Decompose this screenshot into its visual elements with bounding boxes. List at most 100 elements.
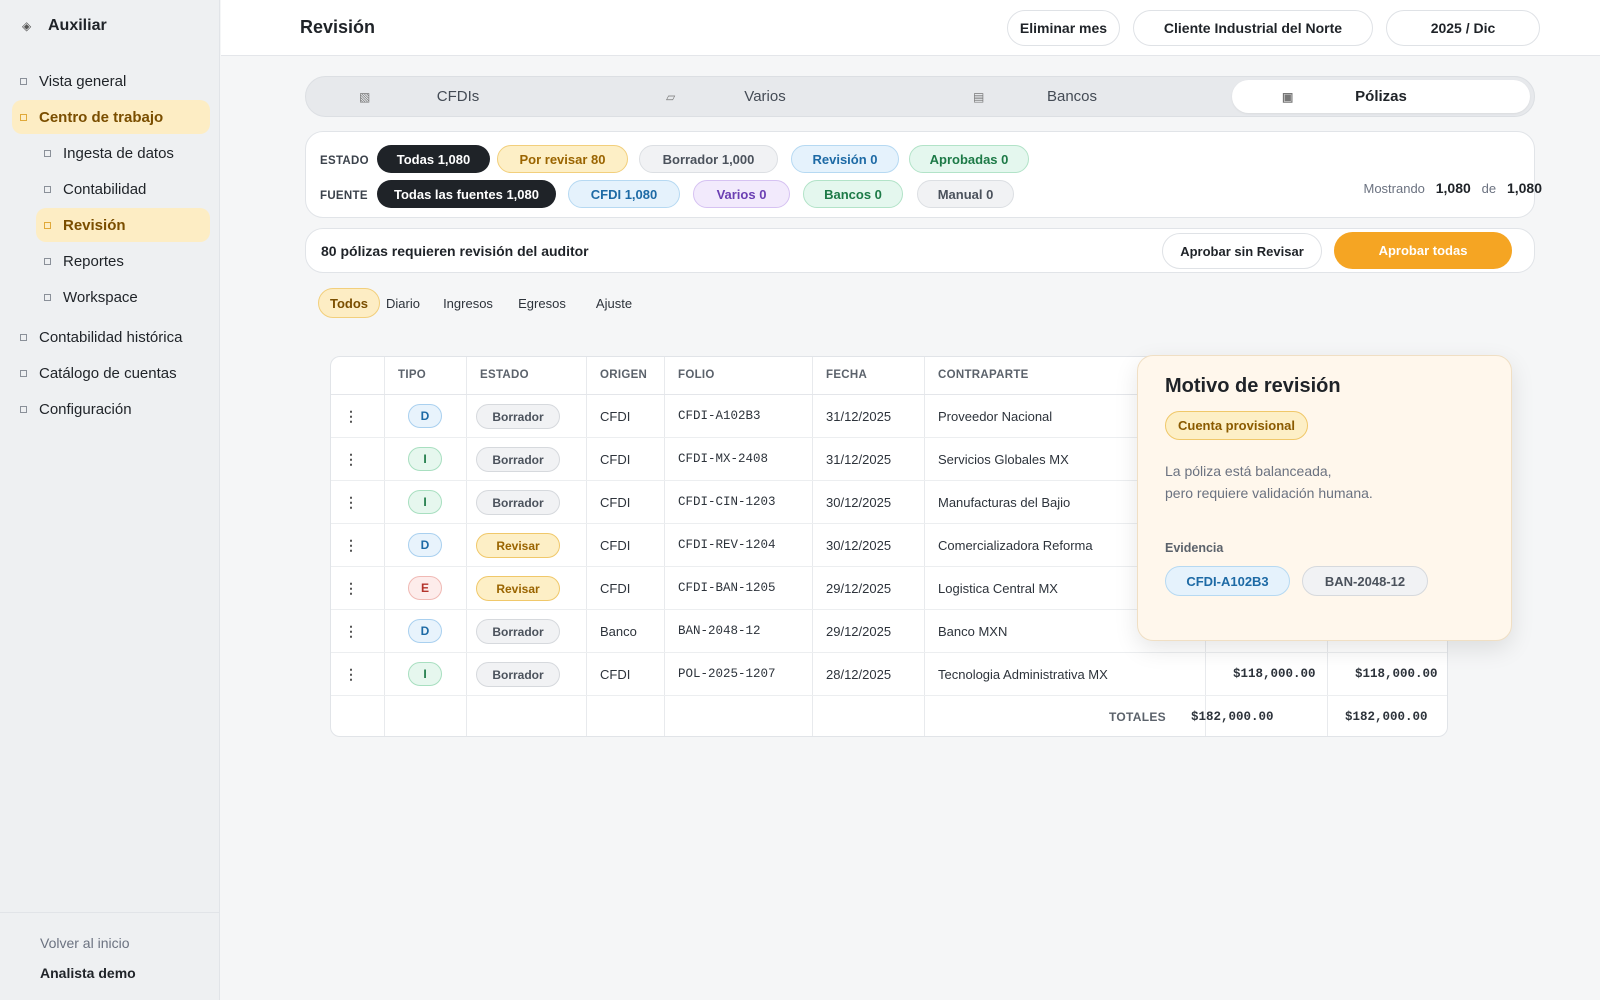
sidebar-item-configuracion[interactable]: Configuración <box>12 392 210 426</box>
topbar: Revisión Eliminar mes Cliente Industrial… <box>221 0 1600 56</box>
sidebar-item-reportes[interactable]: Reportes <box>36 244 210 278</box>
fuente-label: FUENTE <box>320 190 368 202</box>
tipo-badge: D <box>408 619 442 643</box>
sidebar-item-workspace[interactable]: Workspace <box>36 280 210 314</box>
row-menu-icon[interactable]: ⋮ <box>344 623 358 640</box>
showing-of: de <box>1481 181 1497 196</box>
square-icon <box>44 185 51 193</box>
client-selector[interactable]: Cliente Industrial del Norte <box>1133 10 1373 46</box>
row-menu-icon[interactable]: ⋮ <box>344 537 358 554</box>
square-icon <box>44 221 51 229</box>
column-header-tipo[interactable]: TIPO <box>398 369 426 381</box>
filter-fuente-todas[interactable]: Todas las fuentes 1,080 <box>377 180 556 208</box>
filter-fuente-cfdi[interactable]: CFDI 1,080 <box>568 180 680 208</box>
subfilter-egresos[interactable]: Egresos <box>512 288 572 318</box>
tab-label: Varios <box>744 88 786 105</box>
folio-cell[interactable]: CFDI-BAN-1205 <box>678 581 776 595</box>
tipo-badge: D <box>408 533 442 557</box>
filter-estado-por-revisar[interactable]: Por revisar 80 <box>497 145 628 173</box>
tab-varios[interactable]: ▱ Varios <box>616 80 914 113</box>
brand-name: Auxiliar <box>48 17 107 34</box>
tipo-badge: I <box>408 447 442 471</box>
showing-count: Mostrando 1,080 de 1,080 <box>1363 180 1542 196</box>
filter-estado-todas[interactable]: Todas 1,080 <box>377 145 490 173</box>
tab-cfdis[interactable]: ▧ CFDIs <box>309 80 607 113</box>
delete-month-button[interactable]: Eliminar mes <box>1007 10 1120 46</box>
sidebar-item-contabilidad[interactable]: Contabilidad <box>36 172 210 206</box>
filter-fuente-varios[interactable]: Varios 0 <box>693 180 790 208</box>
square-icon <box>44 149 51 157</box>
sidebar-item-revision[interactable]: Revisión <box>36 208 210 242</box>
tab-label: Bancos <box>1046 88 1098 105</box>
row-menu-icon[interactable]: ⋮ <box>344 451 358 468</box>
subfilter-ajuste[interactable]: Ajuste <box>588 288 640 318</box>
square-icon <box>44 293 51 301</box>
sidebar-item-vista-general[interactable]: Vista general <box>12 64 210 98</box>
origen-cell: CFDI <box>600 538 631 553</box>
sidebar-item-centro-de-trabajo[interactable]: Centro de trabajo <box>12 100 210 134</box>
brand[interactable]: ◈ Auxiliar <box>22 17 107 35</box>
status-badge: Revisar <box>476 533 560 558</box>
sidebar-item-label: Ingesta de datos <box>63 144 174 162</box>
fecha-cell: 29/12/2025 <box>826 624 892 639</box>
estado-label: ESTADO <box>320 155 369 167</box>
folio-cell[interactable]: CFDI-A102B3 <box>678 409 761 423</box>
evidence-chip-bank[interactable]: BAN-2048-12 <box>1302 566 1428 596</box>
subfilter-diario[interactable]: Diario <box>380 288 426 318</box>
contraparte-cell: Proveedor Nacional <box>938 409 1053 424</box>
row-menu-icon[interactable]: ⋮ <box>344 494 358 511</box>
sidebar-item-label: Vista general <box>39 72 127 90</box>
tipo-badge: I <box>408 490 442 514</box>
subfilter-todos[interactable]: Todos <box>318 288 380 318</box>
column-header-folio[interactable]: FOLIO <box>678 369 715 381</box>
ledger-icon: ▣ <box>1282 89 1294 104</box>
folio-cell[interactable]: POL-2025-1207 <box>678 667 776 681</box>
showing-total: 1,080 <box>1506 180 1542 196</box>
approve-without-review-button[interactable]: Aprobar sin Revisar <box>1162 233 1322 269</box>
debe-cell: $118,000.00 <box>1233 667 1316 681</box>
column-header-fecha[interactable]: FECHA <box>826 369 867 381</box>
tab-label: CFDIs <box>436 88 480 105</box>
review-banner-text: 80 pólizas requieren revisión del audito… <box>321 243 589 259</box>
folio-cell[interactable]: CFDI-CIN-1203 <box>678 495 776 509</box>
tipo-badge: E <box>408 576 442 600</box>
totals-label: TOTALES <box>1109 710 1166 724</box>
review-banner: 80 pólizas requieren revisión del audito… <box>305 228 1535 273</box>
square-icon <box>20 405 27 413</box>
sidebar-item-ingesta-de-datos[interactable]: Ingesta de datos <box>36 136 210 170</box>
filter-fuente-bancos[interactable]: Bancos 0 <box>803 180 903 208</box>
tab-bancos[interactable]: ▤ Bancos <box>923 80 1221 113</box>
sidebar-item-label: Configuración <box>39 400 132 418</box>
column-header-contraparte[interactable]: CONTRAPARTE <box>938 369 1029 381</box>
square-icon <box>20 113 27 121</box>
tab-polizas[interactable]: ▣ Pólizas <box>1232 80 1530 113</box>
back-home-link[interactable]: Volver al inicio <box>40 935 130 951</box>
filter-fuente-manual[interactable]: Manual 0 <box>917 180 1014 208</box>
tab-label: Pólizas <box>1355 88 1407 105</box>
table-row[interactable]: ⋮ I Borrador CFDI POL-2025-1207 28/12/2025 Tec… <box>331 653 1447 696</box>
filter-estado-revision[interactable]: Revisión 0 <box>791 145 899 173</box>
subfilter-ingresos[interactable]: Ingresos <box>436 288 500 318</box>
row-menu-icon[interactable]: ⋮ <box>344 580 358 597</box>
row-menu-icon[interactable]: ⋮ <box>344 408 358 425</box>
user-name[interactable]: Analista demo <box>40 965 136 981</box>
sidebar-item-catalogo-de-cuentas[interactable]: Catálogo de cuentas <box>12 356 210 390</box>
popover-title: Motivo de revisión <box>1165 375 1341 397</box>
evidence-chip-cfdi[interactable]: CFDI-A102B3 <box>1165 566 1290 596</box>
folio-cell[interactable]: BAN-2048-12 <box>678 624 761 638</box>
column-header-estado[interactable]: ESTADO <box>480 369 529 381</box>
filters-card: ESTADO Todas 1,080 Por revisar 80 Borrad… <box>305 131 1542 218</box>
contraparte-cell: Tecnologia Administrativa MX <box>938 667 1108 682</box>
folio-cell[interactable]: CFDI-REV-1204 <box>678 538 776 552</box>
filter-estado-borrador[interactable]: Borrador 1,000 <box>639 145 778 173</box>
folio-cell[interactable]: CFDI-MX-2408 <box>678 452 768 466</box>
approve-all-button[interactable]: Aprobar todas <box>1334 232 1512 269</box>
sidebar-item-contabilidad-historica[interactable]: Contabilidad histórica <box>12 320 210 354</box>
showing-prefix: Mostrando <box>1363 181 1425 196</box>
period-selector[interactable]: 2025 / Dic <box>1386 10 1540 46</box>
evidence-label: Evidencia <box>1165 541 1224 555</box>
filter-estado-aprobadas[interactable]: Aprobadas 0 <box>909 145 1029 173</box>
fecha-cell: 31/12/2025 <box>826 409 892 424</box>
row-menu-icon[interactable]: ⋮ <box>344 666 358 683</box>
column-header-origen[interactable]: ORIGEN <box>600 369 647 381</box>
